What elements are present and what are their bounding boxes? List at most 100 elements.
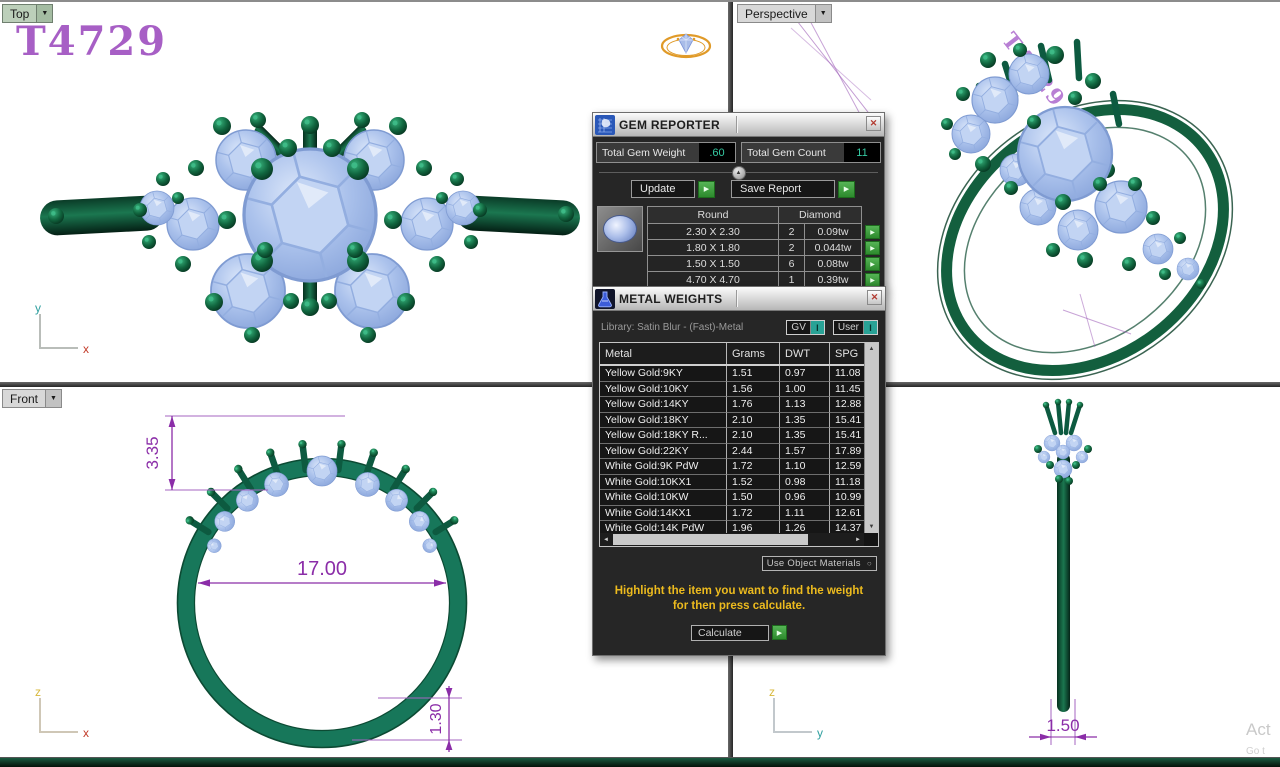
metal-cell: 0.97 — [780, 366, 830, 382]
gem-row-run-button[interactable]: ▶ — [865, 225, 880, 239]
calculate-run-button[interactable]: ▶ — [772, 625, 787, 640]
metal-cell: White Gold:10KW — [600, 490, 727, 506]
chevron-down-icon[interactable]: ▼ — [36, 5, 52, 22]
metal-cell: 1.13 — [780, 397, 830, 413]
tab-perspective-viewport[interactable]: Perspective ▼ — [737, 4, 832, 23]
total-gem-count-box: Total Gem Count 11 — [741, 142, 881, 163]
gem-reporter-close-button[interactable]: ✕ — [866, 116, 881, 131]
metal-cell: 2.10 — [727, 428, 780, 444]
metal-col-header[interactable]: Grams — [727, 343, 780, 364]
metal-cell: 1.56 — [727, 382, 780, 398]
metal-cell: 1.10 — [780, 459, 830, 475]
metal-row[interactable]: White Gold:9K PdW1.721.1012.59 — [600, 459, 864, 475]
metal-row[interactable]: Yellow Gold:18KY2.101.3515.41 — [600, 413, 864, 429]
metal-row[interactable]: White Gold:14KX11.721.1112.61 — [600, 506, 864, 522]
bottom-edge-bar — [0, 757, 1280, 767]
metal-weights-close-button[interactable]: ✕ — [867, 290, 882, 305]
gem-image — [603, 215, 637, 243]
gem-weight-cell: 0.08tw — [805, 256, 862, 272]
gem-reporter-titlebar[interactable]: GEM REPORTER ✕ — [593, 113, 884, 137]
update-run-button[interactable]: ▶ — [698, 181, 715, 198]
metal-cell: 1.26 — [780, 521, 830, 533]
metal-cell: Yellow Gold:10KY — [600, 382, 727, 398]
metal-row[interactable]: Yellow Gold:22KY2.441.5717.89 — [600, 444, 864, 460]
metal-row[interactable]: Yellow Gold:9KY1.510.9711.08 — [600, 366, 864, 382]
metal-col-header[interactable]: SPG — [830, 343, 864, 364]
metal-row[interactable]: White Gold:14K PdW1.961.2614.37 — [600, 521, 864, 533]
close-icon: ✕ — [871, 292, 879, 303]
cad-application-window: T4729 — [0, 0, 1280, 767]
chevron-down-icon[interactable]: ▼ — [45, 390, 61, 407]
gem-count-cell: 2 — [779, 240, 805, 256]
update-button[interactable]: Update — [631, 180, 695, 198]
tab-front-viewport[interactable]: Front ▼ — [2, 389, 62, 408]
scroll-down-icon[interactable]: ▼ — [865, 521, 878, 533]
gem-reporter-title: GEM REPORTER — [619, 118, 720, 132]
instruction-text: Highlight the item you want to find the … — [593, 584, 885, 614]
save-report-button[interactable]: Save Report — [731, 180, 835, 198]
gem-weight-cell: 0.09tw — [805, 224, 862, 240]
metal-table-horizontal-scrollbar[interactable]: ◄ ► — [600, 533, 864, 546]
svg-text:3.35: 3.35 — [143, 436, 162, 469]
svg-text:y: y — [817, 726, 823, 740]
gem-thumbnail[interactable] — [597, 206, 643, 252]
gem-row: 1.50 X 1.5060.08tw▶ — [647, 256, 880, 272]
svg-text:17.00: 17.00 — [297, 558, 347, 580]
svg-text:z: z — [35, 686, 41, 699]
metal-cell: White Gold:10KX1 — [600, 475, 727, 491]
gem-row-run-button[interactable]: ▶ — [865, 241, 880, 255]
total-gem-count-label: Total Gem Count — [742, 143, 844, 162]
gem-row-run-button[interactable]: ▶ — [865, 273, 880, 287]
metal-cell: 0.98 — [780, 475, 830, 491]
metal-table-vertical-scrollbar[interactable]: ▲ ▼ — [864, 343, 878, 533]
collapse-handle[interactable]: ▲ — [732, 166, 746, 180]
metal-row[interactable]: White Gold:10KW1.500.9610.99 — [600, 490, 864, 506]
gem-size-cell: 2.30 X 2.30 — [647, 224, 779, 240]
scrollbar-thumb[interactable] — [613, 534, 808, 545]
radio-icon: ○ — [867, 559, 872, 568]
scroll-left-icon[interactable]: ◄ — [600, 533, 612, 546]
panel-collapse-divider: ▲ — [599, 172, 878, 173]
metal-row[interactable]: Yellow Gold:14KY1.761.1312.88 — [600, 397, 864, 413]
svg-text:1.30: 1.30 — [428, 703, 445, 734]
metal-cell: Yellow Gold:9KY — [600, 366, 727, 382]
tab-perspective-label: Perspective — [738, 5, 815, 22]
metal-cell: 15.41 — [830, 428, 864, 444]
use-object-materials-button[interactable]: Use Object Materials ○ — [762, 556, 877, 571]
svg-text:x: x — [83, 342, 89, 356]
tab-top-viewport[interactable]: Top ▼ — [2, 4, 53, 23]
metal-row[interactable]: White Gold:10KX11.520.9811.18 — [600, 475, 864, 491]
scroll-right-icon[interactable]: ► — [852, 533, 864, 546]
chevron-down-icon[interactable]: ▼ — [815, 5, 831, 22]
gem-count-cell: 6 — [779, 256, 805, 272]
axis-indicator-front: z x — [24, 686, 104, 746]
play-icon: ▶ — [704, 185, 709, 193]
gv-button[interactable]: GV I — [786, 320, 824, 335]
metal-row[interactable]: Yellow Gold:10KY1.561.0011.45 — [600, 382, 864, 398]
gv-indicator: I — [810, 321, 824, 334]
user-button[interactable]: User I — [833, 320, 878, 335]
metal-cell: 10.99 — [830, 490, 864, 506]
axis-indicator-top: y x — [24, 302, 104, 362]
library-label: Library: Satin Blur - (Fast)-Metal — [601, 322, 778, 333]
flask-icon — [595, 289, 615, 309]
svg-text:z: z — [769, 686, 775, 699]
metal-col-header[interactable]: DWT — [780, 343, 830, 364]
metal-cell: 1.96 — [727, 521, 780, 533]
scroll-up-icon[interactable]: ▲ — [865, 343, 878, 355]
metal-weights-titlebar[interactable]: METAL WEIGHTS ✕ — [593, 287, 885, 311]
metal-row[interactable]: Yellow Gold:18KY R...2.101.3515.41 — [600, 428, 864, 444]
metal-col-header[interactable]: Metal — [600, 343, 727, 364]
tab-top-label: Top — [3, 5, 36, 22]
metal-cell: 0.96 — [780, 490, 830, 506]
gem-row: 1.80 X 1.8020.044tw▶ — [647, 240, 880, 256]
user-indicator: I — [863, 321, 877, 334]
metal-weights-panel: METAL WEIGHTS ✕ Library: Satin Blur - (F… — [592, 286, 886, 656]
gem-row-run-button[interactable]: ▶ — [865, 257, 880, 271]
total-gem-weight-value: .60 — [699, 143, 735, 162]
save-report-run-button[interactable]: ▶ — [838, 181, 855, 198]
svg-text:x: x — [83, 726, 89, 740]
calculate-button[interactable]: Calculate — [691, 625, 769, 641]
metal-cell: 1.11 — [780, 506, 830, 522]
chevron-up-icon: ▲ — [736, 170, 742, 176]
